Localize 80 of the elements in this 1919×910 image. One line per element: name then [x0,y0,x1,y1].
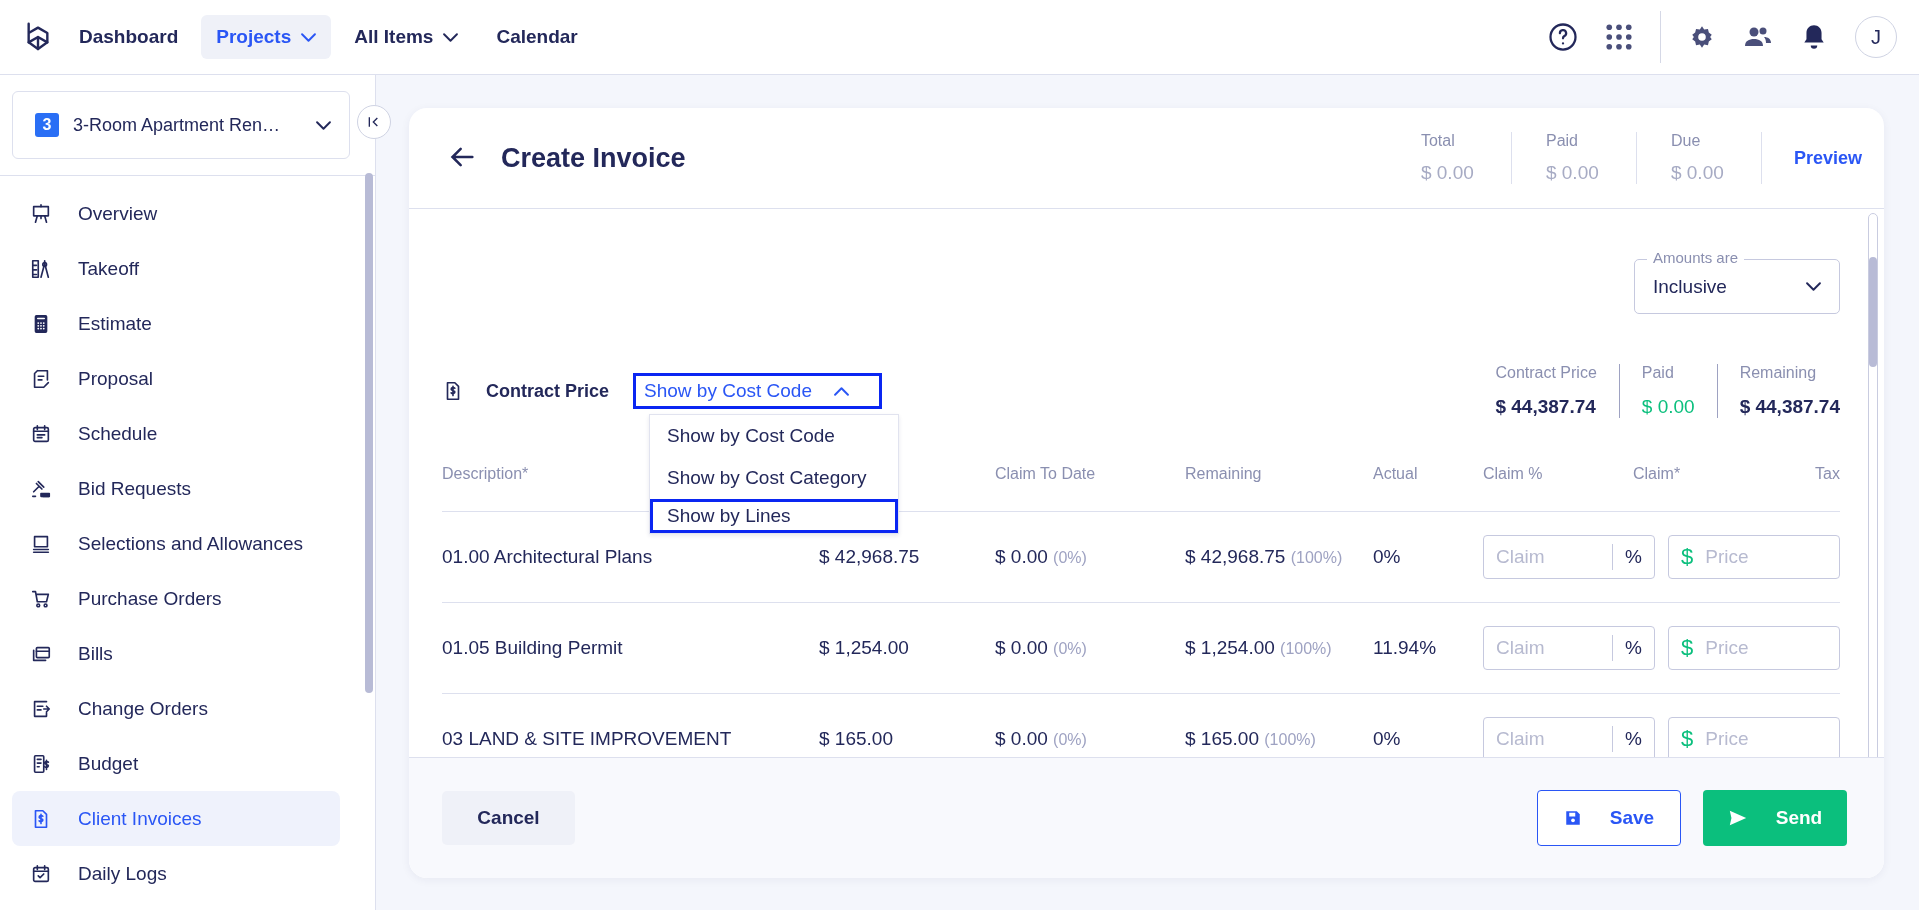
table-cell-text: 03 LAND & SITE IMPROVEMENT [442,728,733,750]
table-cell-text: $ 1,254.00 (100%) [1185,637,1333,659]
project-number-badge: 3 [35,113,59,137]
menu-option[interactable]: Show by Cost Category [650,457,898,499]
table-cell-text: 0% [1373,546,1402,568]
section-label: Contract Price [486,380,610,402]
chevron-down-icon [301,32,317,42]
total-label: Paid [1641,364,1675,382]
menu-option[interactable]: Show by Cost Code [650,415,898,457]
save-button[interactable]: Save [1537,790,1681,846]
summary-label: Due [1670,132,1702,150]
chevron-up-icon [833,386,849,396]
drafting-tools-icon [30,257,52,280]
project-selector[interactable]: 3 3-Room Apartment Ren… [12,91,350,159]
sidebar-item[interactable]: Overview [12,186,340,241]
sidebar-item[interactable]: Bid Requests [12,461,340,516]
claim-percent-field[interactable]: Claim % [1483,717,1655,757]
help-icon [1548,22,1578,52]
column-header: Actual [1373,464,1418,483]
table-cell-text: $ 0.00 (0%) [995,637,1088,659]
cancel-button[interactable]: Cancel [442,791,575,845]
claim-percent-field[interactable]: Claim % [1483,535,1655,579]
send-icon [1727,809,1748,827]
apps-grid-icon[interactable] [1606,24,1632,50]
page-title: Create Invoice [501,142,686,174]
collapse-sidebar-button[interactable] [357,105,391,139]
total-label: Remaining [1739,364,1818,382]
nav-tab[interactable]: Calendar [481,15,593,59]
sidebar-item[interactable]: Change Orders [12,681,340,736]
nav-tab[interactable]: Dashboard [64,15,194,59]
menu-option[interactable]: Show by Lines [650,499,898,533]
nav-tab[interactable]: Projects [201,15,332,59]
total-label: Contract Price [1495,364,1597,382]
preview-link[interactable]: Preview [1761,132,1862,184]
sidebar-item[interactable]: Bills [12,626,340,681]
total-value: $ 44,387.74 [1739,396,1840,418]
sidebar-item[interactable]: Takeoff [12,241,340,296]
summary-value: $ 0.00 [1420,162,1475,184]
sidebar-item[interactable]: Daily Logs [12,846,340,901]
column-header: Tax [1815,464,1840,483]
column-header: Description* [442,464,529,483]
total-value: $ 44,387.74 [1495,396,1597,418]
claim-percent-field[interactable]: Claim % [1483,626,1655,670]
summary-value: $ 0.00 [1545,162,1600,184]
summary-value: $ 0.00 [1670,162,1725,184]
column-header: Claim* [1633,464,1681,483]
table-cell-text: $ 0.00 (0%) [995,546,1088,568]
column-header: Remaining [1185,464,1262,483]
view-dropdown[interactable]: Show by Cost Code [633,373,882,409]
column-header: Claim % [1483,464,1543,483]
table-cell-text: $ 0.00 (0%) [995,728,1088,750]
total-value: $ 0.00 [1641,396,1695,418]
sidebar-item[interactable]: Purchase Orders [12,571,340,626]
calendar-icon [30,422,52,445]
table-cell-text: $ 42,968.75 (100%) [1185,546,1344,568]
summary-label: Paid [1545,132,1579,150]
scrollbar[interactable] [365,173,373,693]
sidebar-item[interactable]: Selections and Allowances [12,516,340,571]
chevron-down-icon [443,32,459,42]
table-cell-text: $ 165.00 [819,728,894,750]
table-cell-text: $ 165.00 (100%) [1185,728,1317,750]
table-cell-text: 11.94% [1373,637,1438,659]
nav-tab[interactable]: All Items [339,15,474,59]
scrollbar[interactable] [1869,257,1877,367]
sidebar-item[interactable]: Budget [12,736,340,791]
sidebar-item[interactable]: Client Invoices [12,791,340,846]
calendar-check-icon [30,862,52,885]
table-cell-text: 01.05 Building Permit [442,637,624,659]
sidebar-item[interactable]: Estimate [12,296,340,351]
table-cell-text: $ 42,968.75 [819,546,921,568]
easel-icon [30,202,52,225]
column-header: Claim To Date [995,464,1096,483]
table-cell-text: 01.00 Architectural Plans [442,546,654,568]
chevron-down-icon [1806,282,1821,291]
chevron-down-icon [316,120,331,130]
sidebar-item[interactable]: Schedule [12,406,340,461]
table-cell-text: $ 1,254.00 [819,637,910,659]
sidebar-item[interactable]: Proposal [12,351,340,406]
table-cell-text: 0% [1373,728,1402,750]
summary-label: Total [1420,132,1456,150]
